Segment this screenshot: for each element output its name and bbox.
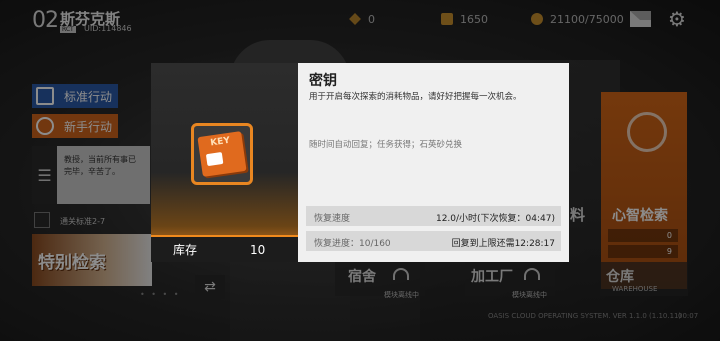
recovery-speed-label: 恢复速度 — [314, 214, 351, 224]
recovery-progress-row: 恢复进度：10/160 回复到上限还需12:28:17 — [306, 231, 561, 251]
item-preview-panel: 库存 10 — [151, 63, 298, 262]
stock-label: 库存 — [173, 243, 198, 257]
stock-bar: 库存 10 — [151, 237, 298, 262]
item-source: 随时间自动回复；任务获得；石英砂兑换 — [309, 140, 463, 150]
item-name: 密钥 — [309, 73, 337, 89]
recovery-speed-row: 恢复速度 12.0/小时(下次恢复：04:47) — [306, 206, 561, 226]
recovery-progress-value: 回复到上限还需12:28:17 — [451, 239, 555, 249]
item-frame — [191, 123, 253, 185]
item-detail-dialog: 库存 10 密钥 用于开启每次探索的消耗物品，请好好把握每一次机会。 随时间自动… — [151, 63, 569, 262]
recovery-progress-label: 恢复进度：10/160 — [314, 239, 391, 249]
stock-value: 10 — [250, 242, 266, 257]
item-info-panel: 密钥 用于开启每次探索的消耗物品，请好好把握每一次机会。 随时间自动回复；任务获… — [298, 63, 569, 262]
key-icon — [197, 131, 247, 177]
item-description: 用于开启每次探索的消耗物品，请好好把握每一次机会。 — [309, 92, 522, 102]
recovery-speed-value: 12.0/小时(下次恢复：04:47) — [435, 214, 555, 224]
